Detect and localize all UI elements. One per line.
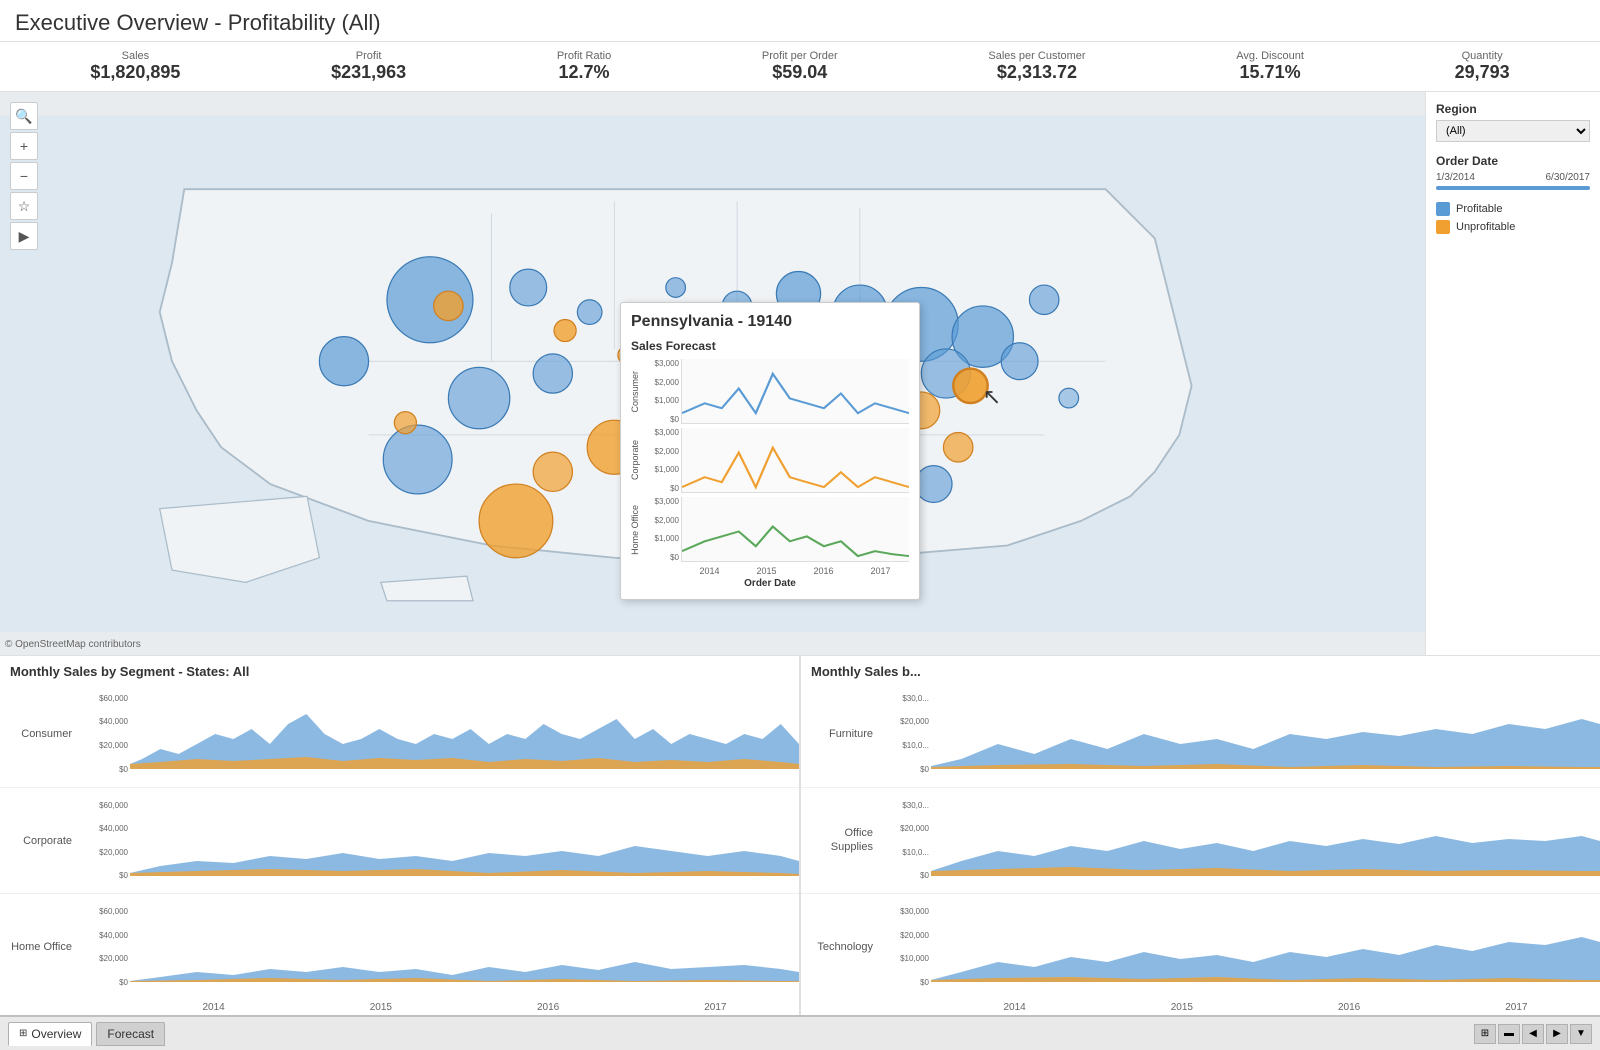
page-title: Executive Overview - Profitability (All) [15, 10, 1585, 36]
left-x-labels: 2014201520162017 [0, 1000, 799, 1015]
kpi-item-2: Profit Ratio12.7% [557, 50, 611, 83]
kpi-label-4: Sales per Customer [988, 50, 1085, 62]
date-start: 1/3/2014 [1436, 172, 1475, 183]
tab-navigation: ⊞ ▬ ◀ ▶ ▼ [1474, 1024, 1592, 1044]
category-technology-label: Technology [801, 941, 881, 953]
unprofitable-label: Unprofitable [1456, 221, 1515, 233]
tab-overview[interactable]: ⊞ Overview [8, 1022, 92, 1046]
kpi-item-1: Profit$231,963 [331, 50, 406, 83]
right-chart-panel: Monthly Sales b... Furniture $30,0...$20… [800, 656, 1600, 1015]
tab-list-button[interactable]: ▬ [1498, 1024, 1520, 1044]
kpi-label-6: Quantity [1455, 50, 1510, 62]
category-furniture-label: Furniture [801, 728, 881, 740]
segment-consumer-label: Consumer [0, 728, 80, 740]
map-background: ↖ 🔍 + − ☆ ▶ © OpenStreetMap contributors… [0, 92, 1425, 655]
category-officesupplies-label: OfficeSupplies [801, 827, 881, 853]
segment-homeoffice-label: Home Office [0, 941, 80, 953]
region-select[interactable]: (All) [1436, 120, 1590, 142]
kpi-label-2: Profit Ratio [557, 50, 611, 62]
corporate-chart [130, 801, 799, 881]
kpi-item-4: Sales per Customer$2,313.72 [988, 50, 1085, 83]
kpi-value-2: 12.7% [557, 62, 611, 83]
kpi-value-6: 29,793 [1455, 62, 1510, 83]
kpi-value-0: $1,820,895 [90, 62, 180, 83]
map-attribution: © OpenStreetMap contributors [5, 639, 141, 650]
header: Executive Overview - Profitability (All) [0, 0, 1600, 42]
unprofitable-color [1436, 220, 1450, 234]
date-end: 6/30/2017 [1546, 172, 1591, 183]
content-area: ↖ 🔍 + − ☆ ▶ © OpenStreetMap contributors… [0, 92, 1600, 655]
tab-next-button[interactable]: ▶ [1546, 1024, 1568, 1044]
bottom-section: Monthly Sales by Segment - States: All C… [0, 655, 1600, 1015]
consumer-chart [130, 694, 799, 774]
region-label: Region [1436, 102, 1590, 116]
kpi-bar: Sales$1,820,895 Profit$231,963 Profit Rati… [0, 42, 1600, 92]
overview-icon: ⊞ [19, 1028, 27, 1039]
kpi-item-0: Sales$1,820,895 [90, 50, 180, 83]
tab-forecast[interactable]: Forecast [96, 1022, 165, 1046]
zoom-in-button[interactable]: + [10, 132, 38, 160]
legend-unprofitable: Unprofitable [1436, 220, 1590, 234]
tab-more-button[interactable]: ▼ [1570, 1024, 1592, 1044]
right-chart-title: Monthly Sales b... [801, 656, 1600, 681]
kpi-value-4: $2,313.72 [988, 62, 1085, 83]
profitable-color [1436, 202, 1450, 216]
tooltip-subtitle: Sales Forecast [631, 339, 909, 353]
kpi-item-5: Avg. Discount15.71% [1236, 50, 1304, 83]
main-container: Executive Overview - Profitability (All)… [0, 0, 1600, 1050]
legend-profitable: Profitable [1436, 202, 1590, 216]
kpi-label-0: Sales [90, 50, 180, 62]
homeoffice-chart [130, 907, 799, 987]
kpi-value-5: 15.71% [1236, 62, 1304, 83]
svg-text:↖: ↖ [983, 384, 1002, 409]
tab-bar: ⊞ Overview Forecast ⊞ ▬ ◀ ▶ ▼ [0, 1015, 1600, 1050]
date-range-slider[interactable] [1436, 186, 1590, 190]
tooltip-popup: Pennsylvania - 19140 Sales Forecast Cons… [620, 302, 920, 600]
tab-overview-label: Overview [31, 1027, 81, 1041]
technology-chart [931, 907, 1600, 987]
kpi-label-1: Profit [331, 50, 406, 62]
tooltip-title: Pennsylvania - 19140 [631, 313, 909, 331]
kpi-label-5: Avg. Discount [1236, 50, 1304, 62]
kpi-item-6: Quantity29,793 [1455, 50, 1510, 83]
map-controls: 🔍 + − ☆ ▶ [10, 102, 38, 250]
tab-forecast-label: Forecast [107, 1027, 154, 1041]
kpi-item-3: Profit per Order$59.04 [762, 50, 838, 83]
tooltip-x-title: Order Date [631, 578, 909, 589]
kpi-value-1: $231,963 [331, 62, 406, 83]
kpi-value-3: $59.04 [762, 62, 838, 83]
order-date-label: Order Date [1436, 154, 1590, 168]
left-chart-title: Monthly Sales by Segment - States: All [0, 656, 799, 681]
officesupplies-chart [931, 801, 1600, 881]
furniture-chart [931, 694, 1600, 774]
search-button[interactable]: 🔍 [10, 102, 38, 130]
tab-grid-button[interactable]: ⊞ [1474, 1024, 1496, 1044]
right-x-labels: 2014201520162017 [801, 1000, 1600, 1015]
date-range: 1/3/2014 6/30/2017 [1436, 172, 1590, 183]
segment-corporate-label: Corporate [0, 835, 80, 847]
right-panel: Region (All) Order Date 1/3/2014 6/30/20… [1425, 92, 1600, 655]
left-chart-panel: Monthly Sales by Segment - States: All C… [0, 656, 800, 1015]
star-button[interactable]: ☆ [10, 192, 38, 220]
profitable-label: Profitable [1456, 203, 1502, 215]
tab-prev-button[interactable]: ◀ [1522, 1024, 1544, 1044]
map-section: ↖ 🔍 + − ☆ ▶ © OpenStreetMap contributors… [0, 92, 1425, 655]
play-button[interactable]: ▶ [10, 222, 38, 250]
zoom-out-button[interactable]: − [10, 162, 38, 190]
kpi-label-3: Profit per Order [762, 50, 838, 62]
